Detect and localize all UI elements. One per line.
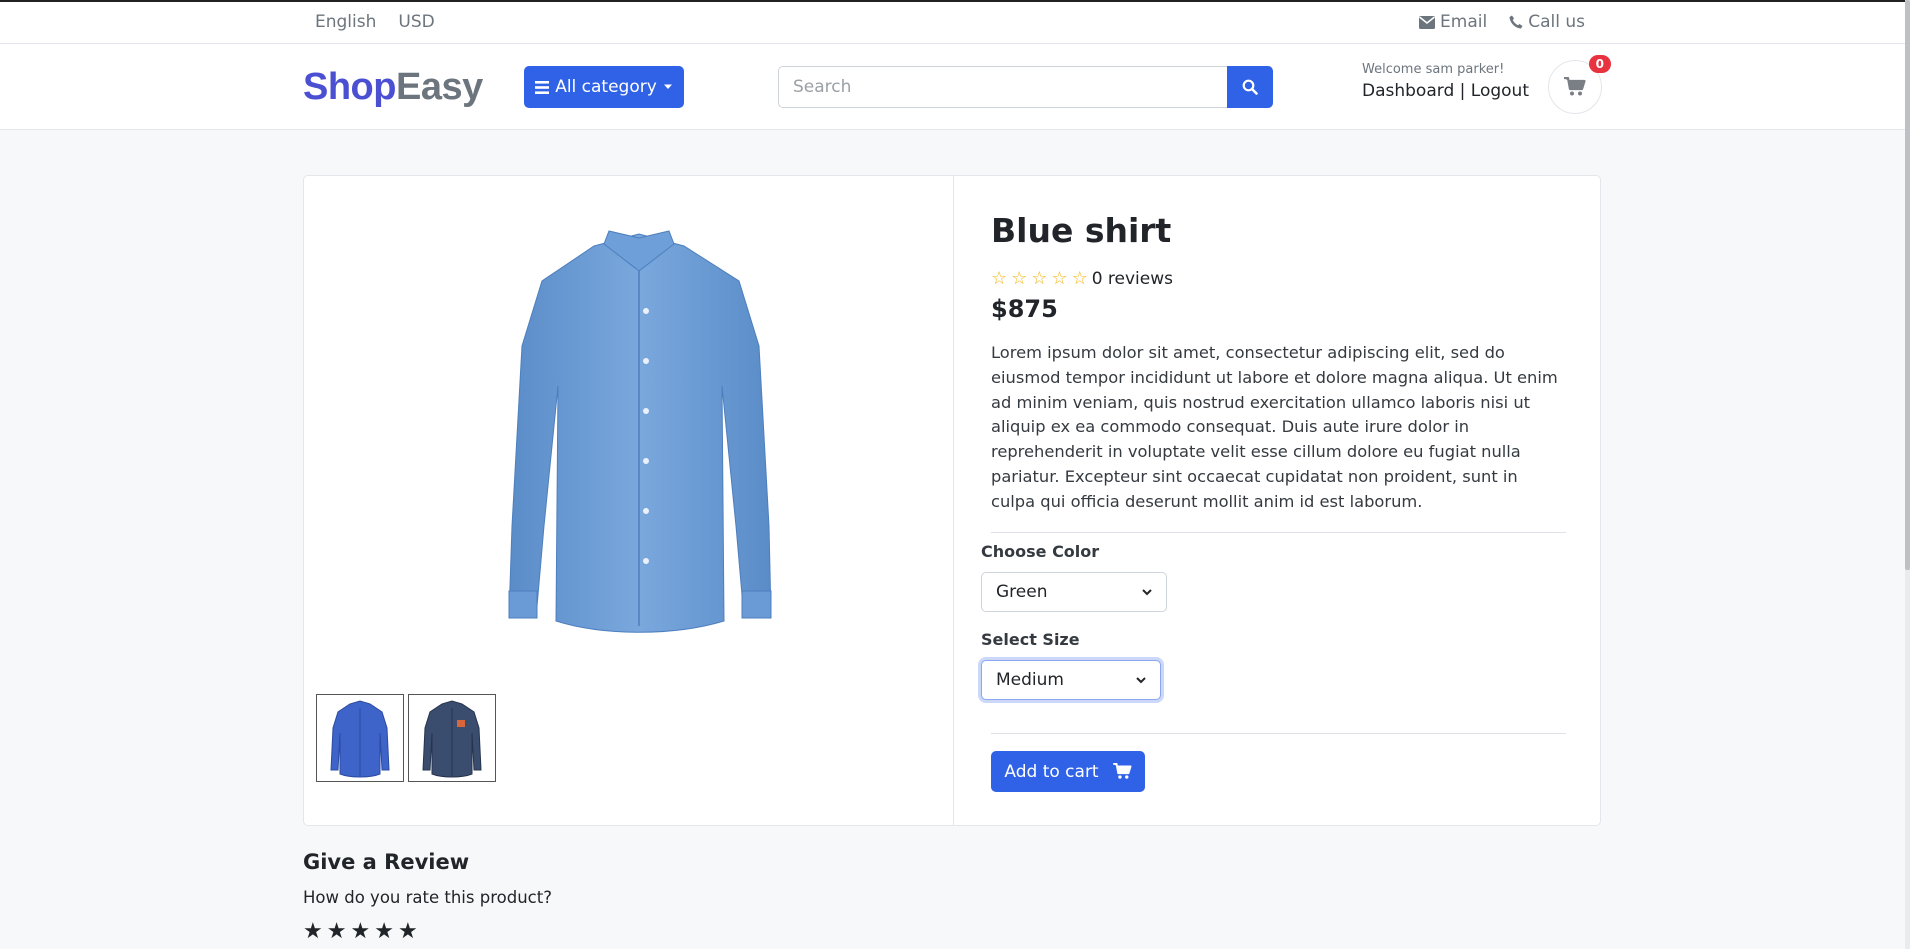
product-title: Blue shirt [991,211,1172,250]
chevron-down-icon [1136,676,1146,683]
top-bar: English USD Email Call us [0,2,1905,44]
search-bar: Search [778,66,1273,108]
thumbnail-blue-shirt-image [330,700,390,778]
product-details: Blue shirt ☆ ☆ ☆ ☆ ☆ 0 reviews $875 Lore… [991,211,1566,533]
search-button[interactable] [1227,66,1273,108]
star-rating-3-icon[interactable]: ★ [350,919,370,944]
cart-divider [991,733,1566,734]
page-scrollbar[interactable] [1905,0,1910,949]
email-label: Email [1440,12,1488,32]
add-to-cart-button[interactable]: Add to cart [991,751,1145,792]
phone-icon [1509,15,1523,29]
thumbnail-navy-shirt[interactable] [408,694,496,782]
size-select[interactable]: Medium [981,660,1161,700]
star-outline-icon: ☆ [1051,268,1068,289]
cart-button[interactable]: 0 [1548,55,1611,114]
star-outline-icon: ☆ [1031,268,1048,289]
top-bar-right: Email Call us [1419,12,1585,32]
review-question: How do you rate this product? [303,888,552,907]
search-input[interactable]: Search [778,66,1227,108]
user-links: Dashboard | Logout [1362,81,1529,101]
logo-easy-text: Easy [395,66,483,108]
select-size-label: Select Size [981,630,1080,649]
card-divider [953,176,954,825]
star-outline-icon: ☆ [1011,268,1028,289]
welcome-text: Welcome sam parker! [1362,62,1505,77]
bars-icon [535,80,550,94]
product-main-image[interactable] [474,226,804,636]
product-price: $875 [991,295,1058,323]
search-icon [1242,79,1258,95]
star-outline-icon: ☆ [991,268,1008,289]
thumbnail-navy-shirt-image [422,700,482,778]
cart-icon [1112,763,1132,779]
call-link[interactable]: Call us [1509,12,1585,32]
caret-down-icon [663,84,672,89]
logo-shop-text: Shop [303,66,396,108]
chevron-down-icon [1142,588,1152,595]
thumbnail-blue-shirt[interactable] [316,694,404,782]
review-star-input: ★ ★ ★ ★ ★ [303,919,552,944]
star-rating-5-icon[interactable]: ★ [398,919,418,944]
choose-color-label: Choose Color [981,542,1100,561]
main-header: ShopEasy All category Search Welcome sam… [0,44,1905,130]
all-category-label: All category [555,77,657,97]
link-separator: | [1459,81,1466,101]
details-divider [991,531,1566,533]
color-select-value: Green [996,582,1048,602]
logout-link[interactable]: Logout [1471,81,1529,101]
size-select-value: Medium [996,670,1064,690]
product-card: Blue shirt ☆ ☆ ☆ ☆ ☆ 0 reviews $875 Lore… [303,175,1601,826]
email-link[interactable]: Email [1419,12,1487,32]
star-rating-2-icon[interactable]: ★ [327,919,347,944]
dashboard-link[interactable]: Dashboard [1362,81,1454,101]
reviews-count: 0 reviews [1091,268,1174,289]
user-welcome: Welcome sam parker! Dashboard | Logout [1362,62,1529,101]
add-to-cart-label: Add to cart [1004,761,1099,782]
shop-logo[interactable]: ShopEasy [303,66,483,109]
all-category-button[interactable]: All category [524,66,684,108]
scrollbar-thumb[interactable] [1905,0,1910,570]
color-select[interactable]: Green [981,572,1167,612]
star-outline-icon: ☆ [1071,268,1088,289]
product-rating: ☆ ☆ ☆ ☆ ☆ 0 reviews [991,268,1566,289]
language-selector[interactable]: English [315,12,376,32]
review-heading: Give a Review [303,850,470,874]
star-rating-4-icon[interactable]: ★ [374,919,394,944]
product-description: Lorem ipsum dolor sit amet, consectetur … [991,343,1558,511]
envelope-icon [1419,15,1436,29]
cart-count-badge: 0 [1588,55,1611,73]
call-label: Call us [1528,12,1585,32]
currency-selector[interactable]: USD [398,12,434,32]
top-bar-left: English USD [315,12,435,32]
cart-icon [1564,77,1586,96]
review-section: Give a Review How do you rate this produ… [303,850,552,944]
star-rating-1-icon[interactable]: ★ [303,919,323,944]
